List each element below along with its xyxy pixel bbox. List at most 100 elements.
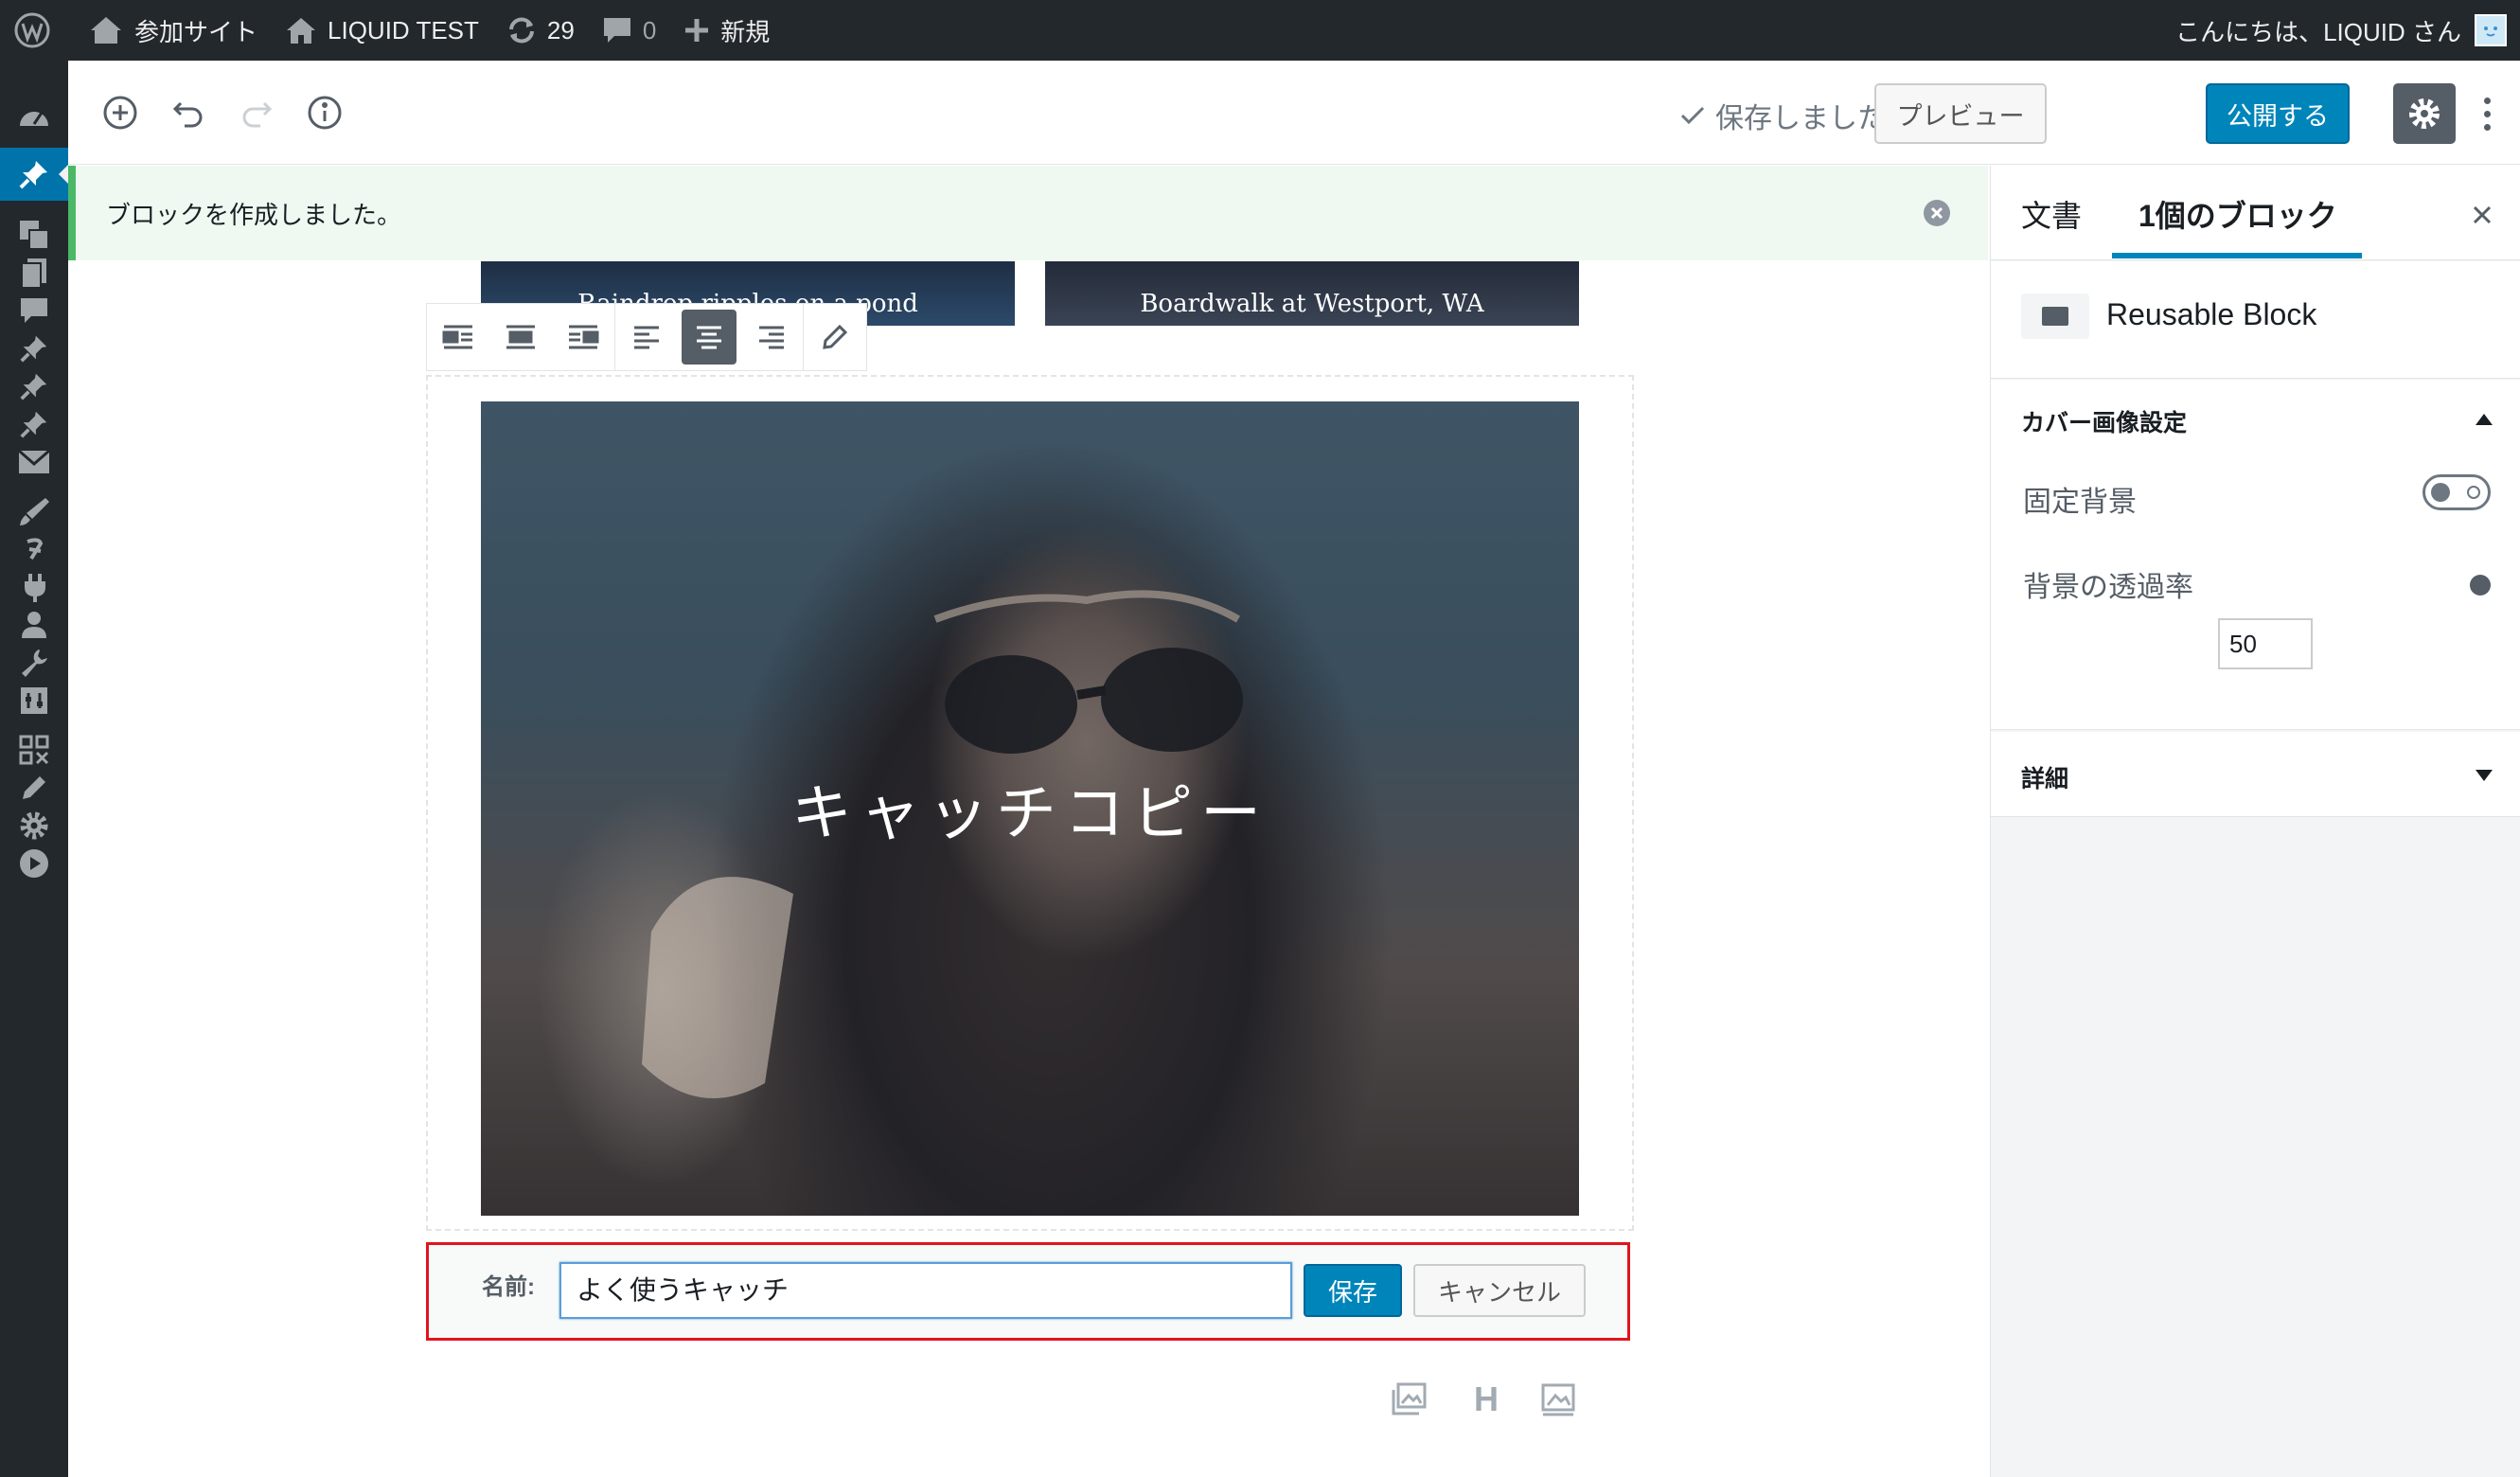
site-name-menu[interactable]: LIQUID TEST — [271, 0, 492, 61]
notice-text: ブロックを作成しました。 — [106, 200, 402, 229]
publish-button[interactable]: 公開する — [2206, 83, 2350, 144]
fixed-background-toggle[interactable] — [2422, 474, 2491, 510]
align-left-icon — [634, 326, 659, 349]
close-sidebar-button[interactable] — [2472, 198, 2493, 233]
more-dot — [2483, 123, 2491, 131]
settings-toggle-button[interactable] — [2393, 83, 2456, 144]
add-block-button[interactable] — [97, 89, 144, 136]
greeting-text: こんにちは、LIQUID さん — [2175, 17, 2461, 46]
panel-title[interactable]: カバー画像設定 — [2021, 404, 2187, 438]
preview-button[interactable]: プレビュー — [1874, 83, 2047, 144]
play-icon — [20, 849, 48, 878]
gallery-icon — [1392, 1382, 1427, 1415]
wordpress-icon — [14, 12, 50, 48]
editor-content: Raindrop ripples on a pond Boardwalk at … — [68, 261, 1988, 1477]
menu-settings-sliders[interactable] — [0, 674, 68, 727]
text-align-center-button[interactable] — [678, 304, 740, 370]
dashboard-icon — [20, 112, 48, 126]
align-wide-icon — [506, 325, 535, 349]
save-status: 保存しました — [1679, 95, 1886, 136]
menu-dashboard[interactable] — [0, 89, 68, 142]
menu-posts[interactable] — [0, 148, 68, 201]
tab-document[interactable]: 文書 — [2021, 192, 2082, 236]
avatar-icon — [2484, 27, 2497, 37]
undo-button[interactable] — [165, 89, 212, 136]
my-sites-menu[interactable]: 参加サイト — [74, 0, 271, 61]
name-label: 名前: — [482, 1274, 535, 1300]
site-name-label: LIQUID TEST — [328, 15, 479, 44]
insert-gallery-button[interactable] — [1388, 1379, 1429, 1420]
new-content-label: 新規 — [720, 17, 771, 46]
success-notice: ブロックを作成しました。 — [68, 166, 1988, 260]
comments-menu[interactable]: 0 — [588, 0, 669, 61]
block-toolbar — [426, 303, 867, 371]
insert-heading-button[interactable]: H — [1465, 1379, 1507, 1420]
wordpress-logo-button[interactable] — [0, 0, 74, 61]
opacity-number-input[interactable]: 50 — [2218, 618, 2313, 669]
notice-dismiss-button[interactable] — [1924, 200, 1950, 226]
wrap-left-button[interactable] — [427, 304, 489, 370]
align-wrap-right-icon — [569, 325, 599, 349]
more-menu-button[interactable] — [2473, 87, 2501, 140]
more-dot — [2483, 97, 2491, 104]
info-button[interactable] — [301, 89, 348, 136]
fixed-background-label: 固定背景 — [2023, 487, 2137, 518]
redo-button[interactable] — [233, 89, 280, 136]
block-name-input[interactable]: よく使うキャッチ — [559, 1262, 1292, 1319]
block-card: Reusable Block — [1991, 261, 2520, 379]
menu-play[interactable] — [0, 837, 68, 890]
align-wrap-left-icon — [442, 325, 472, 349]
info-icon — [308, 96, 342, 130]
sliders-icon — [21, 687, 47, 714]
opacity-label: 背景の透過率 — [2023, 572, 2193, 603]
comment-icon — [603, 18, 630, 43]
cover-image-block[interactable]: キャッチコピー — [481, 401, 1579, 1216]
edit-image-button[interactable] — [804, 304, 866, 370]
account-menu[interactable]: こんにちは、LIQUID さん — [2175, 0, 2507, 61]
plus-icon — [685, 19, 709, 42]
editor-header: 保存しました プレビュー 公開する — [68, 61, 2520, 165]
settings-sidebar: 文書 1個のブロック Reusable Block カバー画像設定 固定背景 背… — [1990, 166, 2520, 1477]
text-align-right-button[interactable] — [740, 304, 803, 370]
admin-bar: 参加サイト LIQUID TEST 29 0 新規 こんにちは、LIQUID さ… — [0, 0, 2520, 61]
close-icon — [2473, 205, 2492, 224]
cover-image-icon — [1541, 1383, 1575, 1416]
tab-block[interactable]: 1個のブロック — [2138, 192, 2337, 236]
pencil-icon — [823, 324, 848, 349]
sidebar-tabs: 文書 1個のブロック — [1991, 166, 2520, 260]
wide-width-button[interactable] — [489, 304, 552, 370]
chevron-up-icon[interactable] — [2476, 414, 2493, 425]
pin-icon — [19, 161, 47, 189]
comments-count: 0 — [642, 15, 657, 44]
menu-contact[interactable] — [0, 436, 68, 489]
cover-title[interactable]: キャッチコピー — [481, 401, 1579, 1216]
cancel-button[interactable]: キャンセル — [1413, 1264, 1586, 1317]
block-card-title: Reusable Block — [2106, 297, 2317, 331]
align-center-icon — [697, 326, 721, 349]
text-align-left-button[interactable] — [615, 304, 678, 370]
close-icon — [1930, 206, 1943, 220]
save-button[interactable]: 保存 — [1304, 1264, 1402, 1317]
insert-cover-button[interactable] — [1537, 1379, 1579, 1420]
avatar — [2475, 14, 2507, 46]
toggle-knob — [2431, 483, 2450, 502]
align-right-icon — [759, 326, 784, 349]
updates-icon — [508, 17, 534, 44]
admin-menu — [0, 61, 68, 1477]
updates-menu[interactable]: 29 — [492, 0, 588, 61]
panel-title[interactable]: 詳細 — [2021, 760, 2068, 794]
sites-icon — [91, 17, 121, 44]
mail-icon — [18, 449, 50, 473]
cover-settings-panel: カバー画像設定 固定背景 背景の透過率 50 — [1991, 380, 2520, 730]
reusable-block-icon — [2021, 294, 2089, 339]
active-indicator — [682, 310, 736, 365]
new-content-menu[interactable]: 新規 — [669, 0, 783, 61]
active-tab-indicator — [2112, 253, 2362, 258]
advanced-panel: 詳細 — [1991, 732, 2520, 817]
gallery-image[interactable]: Boardwalk at Westport, WA — [1045, 261, 1579, 326]
opacity-slider-handle[interactable] — [2470, 575, 2491, 596]
chevron-down-icon[interactable] — [2476, 770, 2493, 781]
redo-icon — [242, 101, 273, 128]
wrap-right-button[interactable] — [552, 304, 614, 370]
my-sites-label: 参加サイト — [134, 17, 258, 46]
